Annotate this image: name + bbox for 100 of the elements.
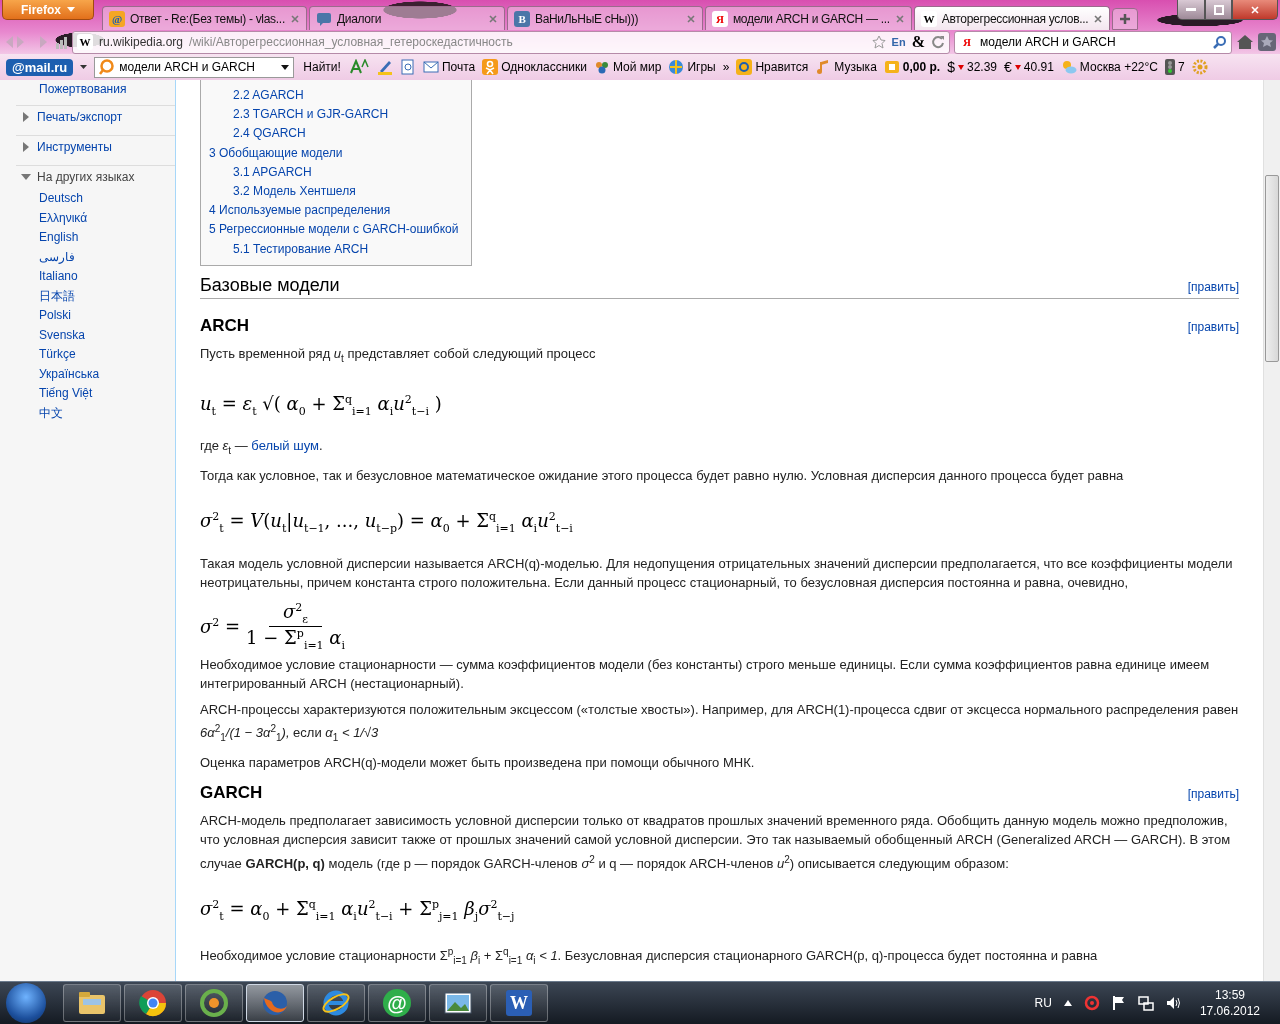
toc-link[interactable]: 5.1 Тестирование ARCH bbox=[209, 239, 463, 259]
site-favicon: B bbox=[513, 10, 530, 27]
language-link[interactable]: Deutsch bbox=[16, 189, 175, 209]
toolbar-link[interactable]: Одноклассники bbox=[482, 59, 587, 75]
edit-link[interactable]: [править] bbox=[1187, 786, 1239, 805]
toolbar-link[interactable]: Музыка bbox=[815, 59, 877, 75]
language-link[interactable]: Tiếng Việt bbox=[16, 384, 175, 404]
toc-link[interactable]: 3 Обобщающие модели bbox=[209, 143, 463, 163]
sidebar-section-toggle[interactable]: Инструменты bbox=[16, 135, 175, 159]
currency-rate[interactable]: € 40.91 bbox=[1004, 59, 1054, 75]
page-zoom-icon[interactable] bbox=[399, 59, 416, 75]
taskbar-app-button[interactable] bbox=[246, 984, 304, 1022]
language-link[interactable]: Italiano bbox=[16, 267, 175, 287]
language-link[interactable]: 日本語 bbox=[16, 286, 175, 306]
browser-tab[interactable]: Диалоги bbox=[308, 6, 505, 30]
caret-icon bbox=[67, 7, 75, 12]
back-forward-icon[interactable] bbox=[4, 33, 68, 51]
ampersand-button[interactable]: & bbox=[911, 33, 925, 51]
maximize-button[interactable] bbox=[1205, 0, 1232, 20]
site-favicon: Я bbox=[711, 10, 728, 27]
taskbar-app-button[interactable]: W bbox=[490, 984, 548, 1022]
toolbar-link[interactable]: 0,00 р. bbox=[883, 59, 941, 75]
browser-tab[interactable]: B ВаНиЛьНыЕ сНы))) bbox=[506, 6, 703, 30]
browser-tab[interactable]: Я модели ARCH и GARCH — ... bbox=[704, 6, 912, 30]
article-link[interactable]: белый шум bbox=[251, 437, 319, 453]
clock[interactable]: 13:59 17.06.2012 bbox=[1193, 987, 1274, 1019]
search-icon[interactable] bbox=[1213, 35, 1227, 49]
sidebar-section-toggle[interactable]: На других языках bbox=[16, 165, 175, 189]
close-icon bbox=[1250, 4, 1260, 15]
reload-icon[interactable] bbox=[931, 35, 945, 49]
language-indicator[interactable]: RU bbox=[1034, 996, 1052, 1010]
maximize-icon bbox=[1213, 4, 1224, 15]
home-icon[interactable] bbox=[1236, 34, 1254, 50]
edit-link[interactable]: [править] bbox=[1187, 279, 1239, 298]
language-link[interactable]: Türkçe bbox=[16, 345, 175, 365]
toolbar-link[interactable]: Москва +22°C bbox=[1060, 59, 1158, 75]
toc-link[interactable]: 4 Используемые распределения bbox=[209, 201, 463, 221]
tray-arrow-icon[interactable] bbox=[1063, 1000, 1072, 1006]
down-arrow-icon bbox=[957, 64, 964, 70]
math-formula: u$_{t}$ = ε$_{t}$ √( α$_{0}$ + Σ$^{q}$$_{i=1}$ α$_{i}$u$^{2}$$_{t−i}$ ) bbox=[200, 391, 443, 420]
toolbar-link[interactable]: Мой мир bbox=[593, 59, 662, 75]
sidebar-link[interactable]: Пожертвования bbox=[16, 80, 175, 99]
toc-link[interactable]: 2.3 TGARCH и GJR-GARCH bbox=[209, 105, 463, 125]
language-link[interactable]: Polski bbox=[16, 306, 175, 326]
toc-link[interactable]: 3.1 APGARCH bbox=[209, 162, 463, 182]
round-browser-icon bbox=[138, 988, 168, 1018]
speaker-icon[interactable] bbox=[1165, 995, 1182, 1011]
sun-cloud-icon bbox=[1060, 59, 1077, 75]
start-button[interactable] bbox=[6, 983, 46, 1023]
language-link[interactable]: English bbox=[16, 228, 175, 248]
minimize-icon bbox=[1186, 7, 1196, 12]
collapsed-triangle-icon bbox=[21, 112, 31, 122]
language-link[interactable]: Ελληνικά bbox=[16, 208, 175, 228]
address-field[interactable]: W ru.wikipedia.org /wiki/Авторегрессионная_условная_гетероскедастичность En & bbox=[72, 30, 950, 54]
close-icon[interactable] bbox=[1093, 13, 1104, 24]
find-button[interactable]: Найти! bbox=[301, 60, 343, 74]
language-link[interactable]: Українська bbox=[16, 364, 175, 384]
scrollbar[interactable] bbox=[1263, 80, 1280, 981]
toc-link[interactable]: 3.2 Модель Хентшеля bbox=[209, 182, 463, 202]
toc-link[interactable]: 5 Регрессионные модели с GARCH-ошибкой bbox=[209, 220, 463, 240]
flag-icon[interactable] bbox=[1111, 995, 1126, 1011]
toc-link[interactable]: 2.2 AGARCH bbox=[209, 86, 463, 106]
paragraph: Пусть временной ряд u$_{t}$ представляет собой следующий процесс bbox=[200, 344, 597, 366]
keyboard-layout-label[interactable]: En bbox=[891, 36, 906, 48]
language-link[interactable]: 中文 bbox=[16, 403, 175, 423]
highlighter-icon[interactable] bbox=[376, 59, 393, 75]
paragraph: Необходимое условие стационарности Σ$^{p}$$_{i=1}$ β$_{i}$ + Σ$^{q}$$_{i=1}$ α$_{i}$ < 1. Безусловная дисперсия стационарного GARCH(p, q)-процесса будет постоянна и равна bbox=[200, 944, 1099, 968]
edit-link[interactable]: [править] bbox=[1187, 319, 1239, 338]
chat-agent-icon: @ bbox=[383, 989, 411, 1017]
toolbar-link[interactable]: 7 bbox=[1164, 59, 1185, 75]
sidebar-section-toggle[interactable]: Печать/экспорт bbox=[16, 105, 175, 129]
globe-icon bbox=[668, 59, 685, 75]
toolbar-link[interactable]: Почта bbox=[422, 59, 476, 75]
mail-logo[interactable]: @mail.ru bbox=[6, 58, 74, 76]
caret-icon[interactable] bbox=[80, 65, 88, 69]
traffic-light-icon bbox=[1164, 59, 1175, 75]
caret-icon[interactable] bbox=[281, 64, 290, 70]
network-icon[interactable] bbox=[1137, 995, 1154, 1011]
wallet-icon bbox=[883, 59, 900, 75]
envelope-icon bbox=[422, 59, 439, 75]
more-button[interactable]: » bbox=[722, 60, 730, 74]
star-icon[interactable] bbox=[871, 35, 886, 49]
language-link[interactable]: Svenska bbox=[16, 325, 175, 345]
fox-globe-icon bbox=[260, 988, 290, 1018]
search-field[interactable]: Я модели ARCH и GARCH bbox=[954, 30, 1232, 54]
toc-link[interactable]: 2.4 QGARCH bbox=[209, 124, 463, 144]
currency-rate[interactable]: $ 32.39 bbox=[947, 59, 997, 75]
toolbar-search-field[interactable]: модели ARCH и GARCH bbox=[94, 56, 295, 78]
toolbar-link[interactable]: Нравится bbox=[736, 59, 809, 75]
paragraph: Необходимое условие стационарности — сумма коэффициентов модели (без константы) строго меньше единицы. Если сумма коэффициентов равна единице имеем интегрированный ARCH (нестационарный). bbox=[200, 655, 1211, 693]
person-icon bbox=[482, 59, 499, 75]
font-size-icon[interactable] bbox=[349, 59, 370, 75]
minimize-button[interactable] bbox=[1177, 0, 1205, 20]
site-favicon: W bbox=[77, 34, 93, 50]
browser-tab[interactable]: W Авторегрессионная услов... bbox=[913, 6, 1111, 30]
browser-tab[interactable]: @ Ответ - Re:(Без темы) - vlas... bbox=[102, 6, 307, 30]
close-button[interactable] bbox=[1232, 0, 1278, 20]
toolbar-link[interactable]: Игры bbox=[668, 59, 716, 75]
new-tab-button[interactable] bbox=[1112, 8, 1139, 30]
language-link[interactable]: فارسی bbox=[16, 247, 175, 267]
